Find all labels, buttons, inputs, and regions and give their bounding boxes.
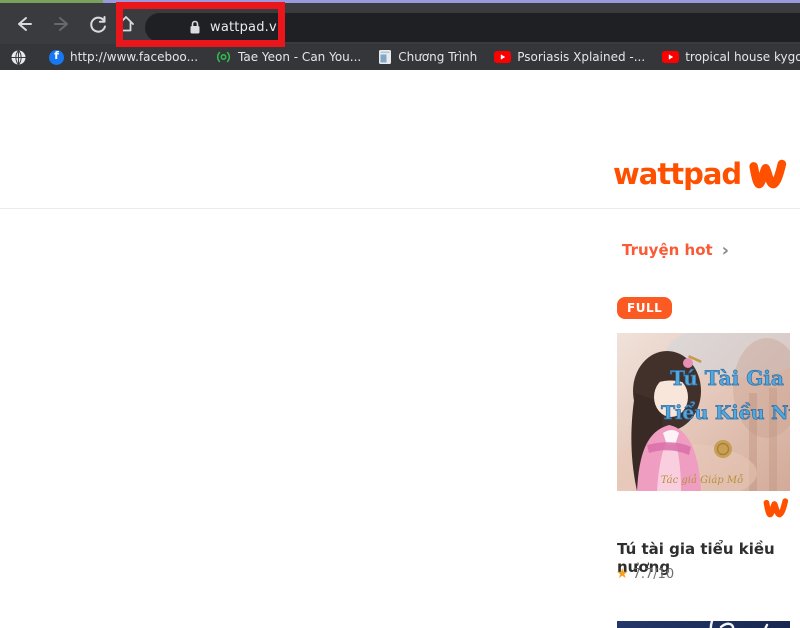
bookmark-label: Tae Yeon - Can You... bbox=[238, 50, 362, 64]
annotation-highlight-box bbox=[116, 2, 285, 47]
bookmark-label: tropical house kygo... bbox=[685, 50, 800, 64]
story-cover-image[interactable]: Tú Tài Gia Tiểu Kiều Nương Tác giả Giáp … bbox=[617, 333, 790, 491]
wattpad-w-icon bbox=[749, 159, 787, 189]
cover-title-line2: Tiểu Kiều Nương bbox=[661, 400, 790, 424]
cover-art: Tú Tài Gia Tiểu Kiều Nương Tác giả Giáp … bbox=[617, 333, 790, 491]
bookmark-item[interactable]: Tae Yeon - Can You... bbox=[215, 49, 361, 65]
cover-art-2 bbox=[709, 621, 769, 628]
back-button[interactable] bbox=[12, 12, 36, 36]
chevron-right-icon: › bbox=[721, 239, 730, 261]
star-icon: ★ bbox=[616, 566, 629, 582]
rating-row: ★ 7.7/10 bbox=[616, 566, 674, 582]
cover-author-text: Tác giả Giáp Mỗ bbox=[661, 475, 743, 486]
page-content: wattpad Truyện hot › FULL Tú Tài Gia Tiể… bbox=[0, 70, 800, 628]
youtube-icon bbox=[662, 51, 680, 63]
wattpad-logo[interactable]: wattpad bbox=[613, 156, 789, 192]
section-title: Truyện hot bbox=[622, 241, 713, 259]
reload-icon bbox=[90, 16, 106, 33]
status-badge-full: FULL bbox=[617, 297, 673, 319]
cover-title-line1: Tú Tài Gia bbox=[670, 366, 784, 390]
forward-button[interactable] bbox=[50, 12, 74, 36]
tab-accent-green bbox=[0, 0, 103, 3]
wattpad-w-icon-small bbox=[763, 498, 789, 518]
document-icon bbox=[379, 50, 392, 64]
bookmarks-bar: http://www.faceboo... Tae Yeon - Can You… bbox=[0, 44, 800, 70]
bookmark-item[interactable]: tropical house kygo... bbox=[662, 50, 800, 64]
globe-icon bbox=[11, 49, 26, 65]
reload-button[interactable] bbox=[86, 12, 110, 36]
youtube-icon bbox=[494, 51, 512, 63]
bookmark-label: Chương Trình bbox=[398, 50, 478, 64]
bookmark-item[interactable] bbox=[11, 49, 32, 65]
story-cover-image-2[interactable] bbox=[617, 621, 790, 628]
header-divider bbox=[0, 208, 800, 209]
bookmark-label: http://www.faceboo... bbox=[70, 50, 199, 64]
rating-value: 7.7/10 bbox=[632, 566, 675, 582]
bookmark-item[interactable]: Chương Trình bbox=[378, 49, 477, 65]
back-arrow-icon bbox=[18, 17, 32, 31]
music-wave-icon bbox=[217, 51, 230, 63]
wattpad-logo-text: wattpad bbox=[613, 157, 742, 191]
bookmark-label: Psoriasis Xplained -... bbox=[517, 50, 646, 64]
section-link-truyen-hot[interactable]: Truyện hot › bbox=[622, 241, 729, 259]
bookmark-item[interactable]: http://www.faceboo... bbox=[49, 49, 199, 65]
facebook-icon bbox=[49, 49, 64, 65]
bookmark-item[interactable]: Psoriasis Xplained -... bbox=[494, 50, 645, 64]
forward-arrow-icon bbox=[54, 17, 68, 31]
browser-window: { "browser": { "toolbar": { "url": "watt… bbox=[0, 0, 800, 628]
